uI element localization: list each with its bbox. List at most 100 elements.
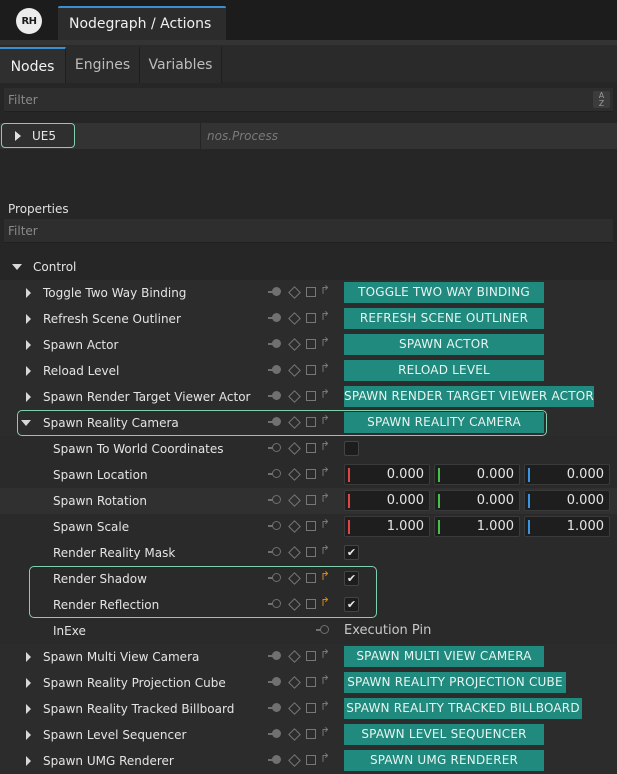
input-pin-icon[interactable] xyxy=(268,417,281,427)
spawn-level-sequencer-button[interactable]: SPAWN LEVEL SEQUENCER xyxy=(344,724,544,745)
spawn-reality-projection-cube-button[interactable]: SPAWN REALITY PROJECTION CUBE xyxy=(344,672,566,693)
input-pin-icon[interactable] xyxy=(268,521,281,531)
location-z-input[interactable]: 0.000 xyxy=(524,464,610,485)
square-pin-icon[interactable] xyxy=(306,391,316,401)
exec-pin-icon[interactable] xyxy=(316,625,329,635)
expand-arrow-icon[interactable] xyxy=(15,131,21,141)
expand-arrow-icon[interactable] xyxy=(26,704,31,714)
sort-az-icon[interactable]: AZ xyxy=(593,91,610,108)
output-arrow-icon[interactable]: ↱ xyxy=(320,309,334,323)
input-pin-icon[interactable] xyxy=(268,495,281,505)
scale-x-input[interactable]: 1.000 xyxy=(344,516,430,537)
output-arrow-icon[interactable]: ↱ xyxy=(320,725,334,739)
tree-item-ue5[interactable]: UE5 xyxy=(1,123,75,148)
input-pin-icon[interactable] xyxy=(268,729,281,739)
square-pin-icon[interactable] xyxy=(306,599,316,609)
square-pin-icon[interactable] xyxy=(306,365,316,375)
spawn-reality-tracked-billboard-button[interactable]: SPAWN REALITY TRACKED BILLBOARD xyxy=(344,698,582,719)
diamond-pin-icon[interactable] xyxy=(288,650,301,663)
node-filter-input[interactable]: Filter AZ xyxy=(4,88,613,112)
tab-variables[interactable]: Variables xyxy=(140,47,222,83)
square-pin-icon[interactable] xyxy=(306,287,316,297)
square-pin-icon[interactable] xyxy=(306,313,316,323)
square-pin-icon[interactable] xyxy=(306,469,316,479)
spawn-render-target-viewer-actor-button[interactable]: SPAWN RENDER TARGET VIEWER ACTOR xyxy=(344,386,594,407)
output-arrow-icon[interactable]: ↱ xyxy=(320,595,334,609)
square-pin-icon[interactable] xyxy=(306,547,316,557)
output-arrow-icon[interactable]: ↱ xyxy=(320,335,334,349)
expand-arrow-icon[interactable] xyxy=(26,340,31,350)
location-y-input[interactable]: 0.000 xyxy=(434,464,520,485)
square-pin-icon[interactable] xyxy=(306,521,316,531)
input-pin-icon[interactable] xyxy=(268,287,281,297)
output-arrow-icon[interactable]: ↱ xyxy=(320,569,334,583)
input-pin-icon[interactable] xyxy=(268,703,281,713)
expand-arrow-icon[interactable] xyxy=(26,730,31,740)
input-pin-icon[interactable] xyxy=(268,599,281,609)
spawn-multi-view-camera-button[interactable]: SPAWN MULTI VIEW CAMERA xyxy=(344,646,544,667)
input-pin-icon[interactable] xyxy=(268,651,281,661)
tab-nodes[interactable]: Nodes xyxy=(0,47,66,83)
square-pin-icon[interactable] xyxy=(306,443,316,453)
square-pin-icon[interactable] xyxy=(306,729,316,739)
scale-y-input[interactable]: 1.000 xyxy=(434,516,520,537)
output-arrow-icon[interactable]: ↱ xyxy=(320,283,334,297)
spawn-actor-button[interactable]: SPAWN ACTOR xyxy=(344,334,544,355)
render-reality-mask-checkbox[interactable]: ✔ xyxy=(344,545,359,560)
square-pin-icon[interactable] xyxy=(306,417,316,427)
input-pin-icon[interactable] xyxy=(268,573,281,583)
diamond-pin-icon[interactable] xyxy=(288,702,301,715)
output-arrow-icon[interactable]: ↱ xyxy=(320,491,334,505)
diamond-pin-icon[interactable] xyxy=(288,728,301,741)
input-pin-icon[interactable] xyxy=(268,547,281,557)
toggle-two-way-binding-button[interactable]: TOGGLE TWO WAY BINDING xyxy=(344,282,544,303)
diamond-pin-icon[interactable] xyxy=(288,468,301,481)
square-pin-icon[interactable] xyxy=(306,677,316,687)
input-pin-icon[interactable] xyxy=(268,339,281,349)
diamond-pin-icon[interactable] xyxy=(288,494,301,507)
input-pin-icon[interactable] xyxy=(268,313,281,323)
input-pin-icon[interactable] xyxy=(268,365,281,375)
output-arrow-icon[interactable]: ↱ xyxy=(320,699,334,713)
input-pin-icon[interactable] xyxy=(268,443,281,453)
output-arrow-icon[interactable]: ↱ xyxy=(320,517,334,531)
expand-arrow-icon[interactable] xyxy=(26,314,31,324)
refresh-scene-outliner-button[interactable]: REFRESH SCENE OUTLINER xyxy=(344,308,544,329)
output-arrow-icon[interactable]: ↱ xyxy=(320,465,334,479)
diamond-pin-icon[interactable] xyxy=(288,390,301,403)
input-pin-icon[interactable] xyxy=(268,469,281,479)
square-pin-icon[interactable] xyxy=(306,755,316,765)
output-arrow-icon[interactable]: ↱ xyxy=(320,413,334,427)
diamond-pin-icon[interactable] xyxy=(288,442,301,455)
diamond-pin-icon[interactable] xyxy=(288,312,301,325)
diamond-pin-icon[interactable] xyxy=(288,546,301,559)
input-pin-icon[interactable] xyxy=(268,391,281,401)
document-tab[interactable]: Nodegraph / Actions xyxy=(58,6,226,40)
rotation-x-input[interactable]: 0.000 xyxy=(344,490,430,511)
diamond-pin-icon[interactable] xyxy=(288,676,301,689)
square-pin-icon[interactable] xyxy=(306,703,316,713)
rotation-z-input[interactable]: 0.000 xyxy=(524,490,610,511)
diamond-pin-icon[interactable] xyxy=(288,364,301,377)
render-reflection-checkbox[interactable]: ✔ xyxy=(344,597,359,612)
output-arrow-icon[interactable]: ↱ xyxy=(320,751,334,765)
diamond-pin-icon[interactable] xyxy=(288,754,301,767)
expand-arrow-icon[interactable] xyxy=(26,392,31,402)
expand-arrow-icon[interactable] xyxy=(26,756,31,766)
render-shadow-checkbox[interactable]: ✔ xyxy=(344,571,359,586)
diamond-pin-icon[interactable] xyxy=(288,338,301,351)
collapse-arrow-icon[interactable] xyxy=(12,264,22,270)
properties-filter-input[interactable]: Filter xyxy=(4,219,613,243)
input-pin-icon[interactable] xyxy=(268,755,281,765)
spawn-to-world-checkbox[interactable] xyxy=(344,441,359,456)
output-arrow-icon[interactable]: ↱ xyxy=(320,387,334,401)
expand-arrow-icon[interactable] xyxy=(26,652,31,662)
spawn-umg-renderer-button[interactable]: SPAWN UMG RENDERER xyxy=(344,750,544,771)
square-pin-icon[interactable] xyxy=(306,651,316,661)
tab-engines[interactable]: Engines xyxy=(66,47,140,83)
input-pin-icon[interactable] xyxy=(268,677,281,687)
location-x-input[interactable]: 0.000 xyxy=(344,464,430,485)
scale-z-input[interactable]: 1.000 xyxy=(524,516,610,537)
expand-arrow-icon[interactable] xyxy=(26,678,31,688)
square-pin-icon[interactable] xyxy=(306,573,316,583)
